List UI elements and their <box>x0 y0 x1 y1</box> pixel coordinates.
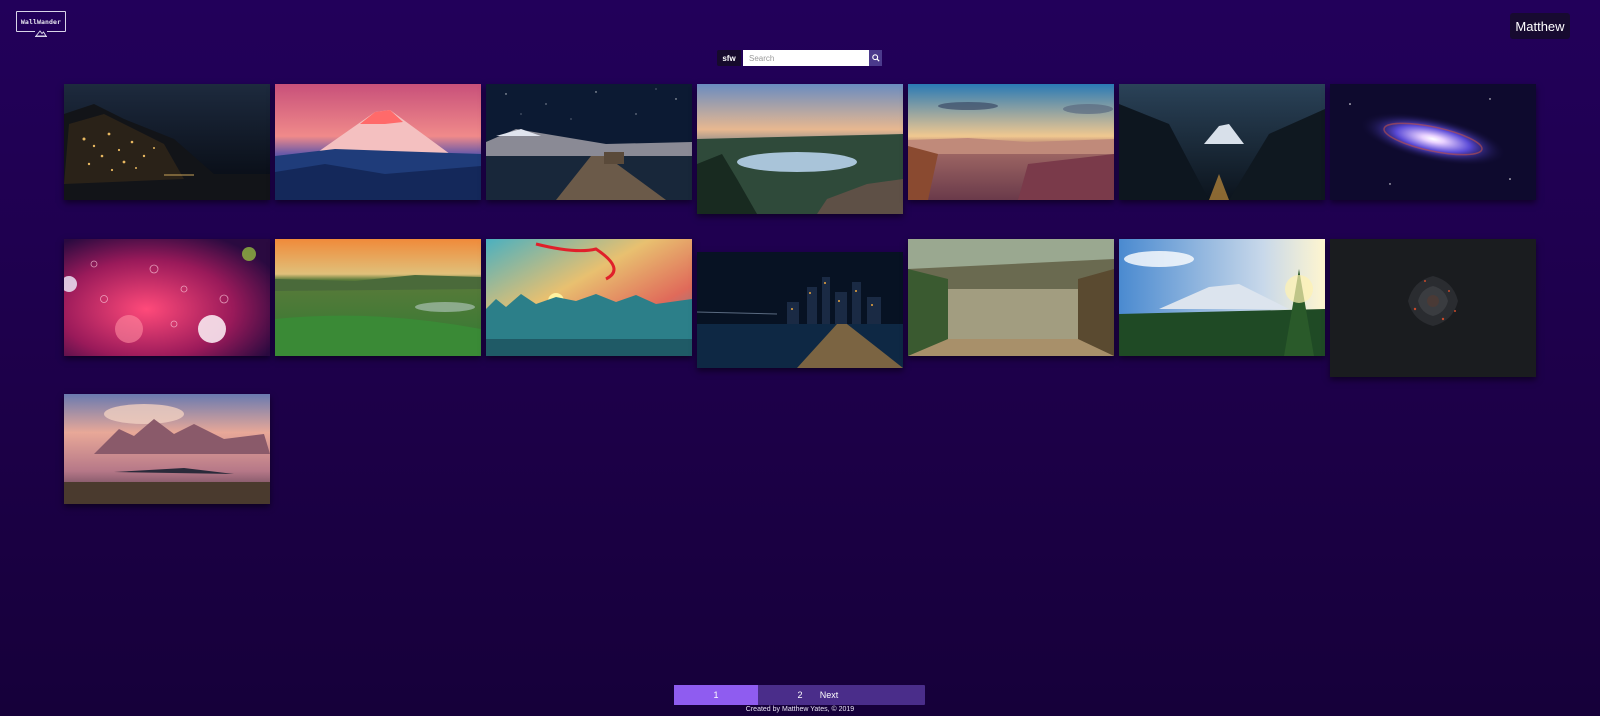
mountain-icon <box>35 29 47 37</box>
wallpaper-thumbnail[interactable] <box>64 84 270 200</box>
wallpaper-thumbnail[interactable] <box>64 394 270 504</box>
user-menu-button[interactable]: Matthew <box>1510 13 1570 39</box>
wallpaper-thumbnail[interactable] <box>275 239 481 356</box>
wallpaper-thumbnail[interactable] <box>486 239 692 356</box>
logo-text: WallWander <box>20 17 62 26</box>
wallpaper-thumbnail[interactable] <box>1330 84 1536 200</box>
wallpaper-thumbnail[interactable] <box>908 84 1114 200</box>
page-1-button[interactable]: 1 <box>674 685 758 705</box>
sfw-toggle[interactable]: sfw <box>717 50 741 66</box>
search-bar: sfw <box>717 50 882 66</box>
wallpaper-thumbnail[interactable] <box>697 84 903 214</box>
wallpaper-thumbnail[interactable] <box>1119 239 1325 356</box>
wallpaper-thumbnail[interactable] <box>1330 239 1536 377</box>
wallpaper-thumbnail[interactable] <box>64 239 270 356</box>
search-button[interactable] <box>869 50 882 66</box>
search-input[interactable] <box>743 50 869 66</box>
wallpaper-thumbnail[interactable] <box>486 84 692 200</box>
wallpaper-thumbnail[interactable] <box>1119 84 1325 200</box>
wallpaper-thumbnail[interactable] <box>697 252 903 368</box>
wallpaper-thumbnail[interactable] <box>275 84 481 200</box>
footer-credit: Created by Matthew Yates, © 2019 <box>745 706 855 713</box>
logo[interactable]: WallWander <box>16 11 66 37</box>
next-page-button[interactable]: Next <box>814 685 844 705</box>
pagination: 1 2 Next <box>674 685 925 705</box>
wallpaper-thumbnail[interactable] <box>908 239 1114 356</box>
search-icon <box>871 54 880 62</box>
